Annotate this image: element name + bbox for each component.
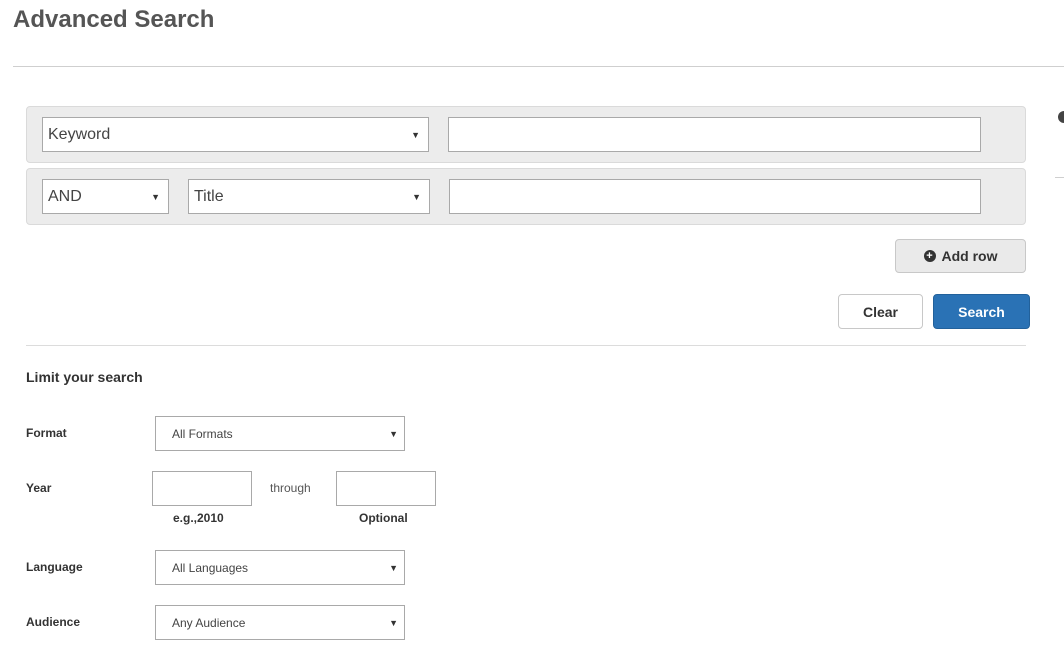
caret-down-icon: ▼ <box>151 191 160 202</box>
add-row-button[interactable]: + Add row <box>895 239 1026 273</box>
operator-select-row-2[interactable]: AND ▼ <box>42 179 169 214</box>
caret-down-icon: ▼ <box>389 562 398 573</box>
audience-select-value: Any Audience <box>172 615 246 630</box>
search-term-input-row-1[interactable] <box>448 117 981 152</box>
audience-select[interactable]: Any Audience ▼ <box>155 605 405 640</box>
field-select-row-1[interactable]: Keyword ▼ <box>42 117 429 152</box>
search-term-input-row-2[interactable] <box>449 179 981 214</box>
through-label: through <box>270 481 311 495</box>
caret-down-icon: ▼ <box>389 617 398 628</box>
year-from-hint: e.g.,2010 <box>173 511 224 525</box>
section-divider <box>26 345 1026 346</box>
format-select[interactable]: All Formats ▼ <box>155 416 405 451</box>
header-divider <box>13 66 1064 67</box>
search-button[interactable]: Search <box>933 294 1030 329</box>
search-row-2: AND ▼ Title ▼ <box>26 168 1026 225</box>
caret-down-icon: ▼ <box>389 428 398 439</box>
format-select-value: All Formats <box>172 426 233 441</box>
operator-select-value: AND <box>48 187 82 205</box>
format-label: Format <box>26 426 67 440</box>
page-title: Advanced Search <box>13 6 215 33</box>
add-row-label: Add row <box>941 248 998 264</box>
language-select[interactable]: All Languages ▼ <box>155 550 405 585</box>
caret-down-icon: ▼ <box>411 129 420 140</box>
plus-circle-icon: + <box>923 250 936 262</box>
year-from-input[interactable] <box>152 471 252 506</box>
year-to-hint: Optional <box>359 511 408 525</box>
sidebar-divider <box>1055 177 1064 178</box>
search-row-1: Keyword ▼ <box>26 106 1026 163</box>
language-label: Language <box>26 560 83 574</box>
language-select-value: All Languages <box>172 560 249 575</box>
field-select-row-2[interactable]: Title ▼ <box>188 179 430 214</box>
field-select-value: Keyword <box>48 125 111 143</box>
limit-heading: Limit your search <box>26 369 143 385</box>
year-to-input[interactable] <box>336 471 436 506</box>
field-select-value: Title <box>194 187 224 205</box>
year-label: Year <box>26 481 52 495</box>
partial-sidebar-icon <box>1058 111 1064 123</box>
clear-button[interactable]: Clear <box>838 294 923 329</box>
audience-label: Audience <box>26 615 81 629</box>
caret-down-icon: ▼ <box>412 191 421 202</box>
